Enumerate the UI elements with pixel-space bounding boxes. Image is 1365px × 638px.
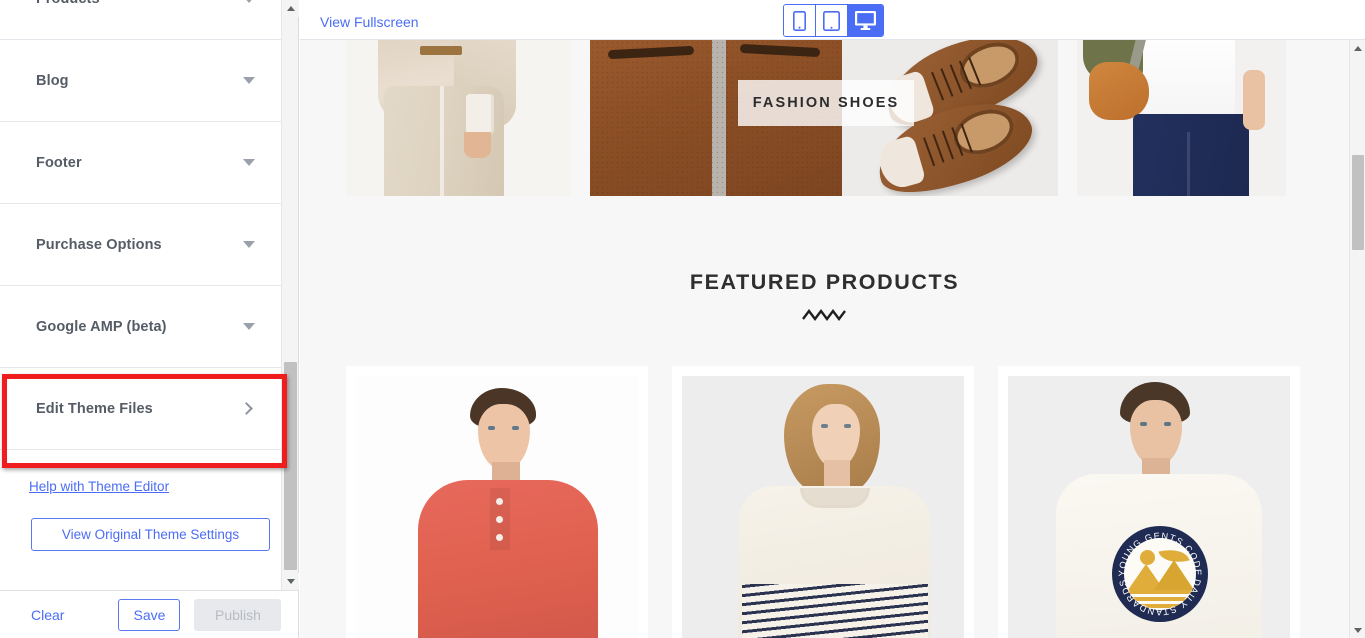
preview-panel: View Fullscreen FASHION SHOES FEATURED P… bbox=[300, 0, 1365, 638]
sidebar-item-label: Footer bbox=[36, 154, 82, 171]
zigzag-ornament-icon bbox=[300, 308, 1349, 327]
theme-editor-screen: Products Blog Footer Purchase Options Go… bbox=[0, 0, 1365, 638]
banner-caption-fashion-shoes: FASHION SHOES bbox=[738, 80, 914, 126]
preview-scrollbar[interactable] bbox=[1349, 40, 1365, 638]
sidebar-item-blog[interactable]: Blog bbox=[0, 40, 281, 122]
svg-text:YOUNG GENTS CODE: YOUNG GENTS CODE bbox=[1117, 531, 1203, 577]
sidebar-item-label: Products bbox=[36, 0, 243, 7]
theme-settings-sidebar: Products Blog Footer Purchase Options Go… bbox=[0, 0, 299, 638]
sidebar-item-footer[interactable]: Footer bbox=[0, 122, 281, 204]
sidebar-item-label: Google AMP (beta) bbox=[36, 318, 167, 335]
sidebar-item-edit-theme-files[interactable]: Edit Theme Files bbox=[0, 368, 281, 450]
chevron-down-icon bbox=[243, 323, 255, 330]
tablet-icon bbox=[823, 10, 840, 31]
device-button-mobile[interactable] bbox=[784, 5, 816, 36]
banner-image-casual[interactable] bbox=[1077, 40, 1286, 196]
banner-image-shoes[interactable]: FASHION SHOES bbox=[590, 40, 1058, 196]
sidebar-item-products[interactable]: Products bbox=[0, 0, 281, 40]
featured-products-grid: YOUNG GENTS CODE DAILY STANDARDS bbox=[346, 366, 1302, 638]
svg-text:DAILY STANDARDS: DAILY STANDARDS bbox=[1117, 578, 1202, 617]
logo-top-text: YOUNG GENTS CODE bbox=[1117, 531, 1202, 577]
preview-scrollbar-thumb[interactable] bbox=[1352, 155, 1364, 250]
sidebar-item-label: Blog bbox=[36, 72, 69, 89]
product-card[interactable] bbox=[346, 366, 648, 638]
preview-toolbar: View Fullscreen bbox=[300, 0, 1365, 40]
sidebar-item-google-amp[interactable]: Google AMP (beta) bbox=[0, 286, 281, 368]
mobile-icon bbox=[793, 10, 806, 31]
chevron-down-icon bbox=[243, 159, 255, 166]
help-with-theme-editor-link[interactable]: Help with Theme Editor bbox=[29, 479, 169, 494]
banner-image-suit[interactable] bbox=[346, 40, 571, 196]
sidebar-action-bar: Clear Save Publish bbox=[0, 590, 298, 638]
device-button-desktop[interactable] bbox=[848, 5, 883, 36]
logo-bottom-text: DAILY STANDARDS bbox=[1117, 578, 1201, 617]
sidebar-item-purchase-options[interactable]: Purchase Options bbox=[0, 204, 281, 286]
scroll-down-arrow-icon[interactable] bbox=[1350, 622, 1365, 638]
sweatshirt-logo-graphic: YOUNG GENTS CODE DAILY STANDARDS bbox=[1112, 526, 1208, 622]
chevron-down-icon bbox=[243, 0, 255, 3]
view-original-theme-settings-button[interactable]: View Original Theme Settings bbox=[31, 518, 270, 551]
desktop-icon bbox=[855, 11, 876, 30]
sidebar-scrollbar-thumb[interactable] bbox=[284, 362, 297, 570]
sidebar-footer: Help with Theme Editor View Original The… bbox=[0, 450, 281, 551]
site-preview-canvas: FASHION SHOES FEATURED PRODUCTS YOUNG GE… bbox=[300, 40, 1349, 638]
sidebar-item-label: Edit Theme Files bbox=[36, 400, 153, 417]
sidebar-scroll-region: Products Blog Footer Purchase Options Go… bbox=[0, 0, 281, 590]
device-button-tablet[interactable] bbox=[816, 5, 848, 36]
chevron-down-icon bbox=[243, 241, 255, 248]
scroll-up-arrow-icon[interactable] bbox=[1350, 40, 1365, 56]
chevron-down-icon bbox=[243, 77, 255, 84]
sidebar-item-label: Purchase Options bbox=[36, 236, 162, 253]
chevron-right-icon bbox=[240, 402, 253, 415]
publish-button[interactable]: Publish bbox=[194, 598, 282, 631]
product-card[interactable] bbox=[672, 366, 974, 638]
scroll-up-arrow-icon[interactable] bbox=[282, 0, 299, 17]
scroll-down-arrow-icon[interactable] bbox=[282, 573, 299, 590]
save-button[interactable]: Save bbox=[118, 598, 181, 631]
view-fullscreen-link[interactable]: View Fullscreen bbox=[320, 14, 419, 30]
device-switch-group bbox=[783, 4, 884, 37]
hero-banner-row: FASHION SHOES bbox=[346, 40, 1286, 196]
featured-products-heading: FEATURED PRODUCTS bbox=[689, 270, 960, 294]
banner-caption-text: FASHION SHOES bbox=[752, 95, 900, 111]
product-card[interactable]: YOUNG GENTS CODE DAILY STANDARDS bbox=[998, 366, 1300, 638]
sidebar-scrollbar[interactable] bbox=[281, 0, 299, 590]
clear-button[interactable]: Clear bbox=[31, 607, 64, 623]
